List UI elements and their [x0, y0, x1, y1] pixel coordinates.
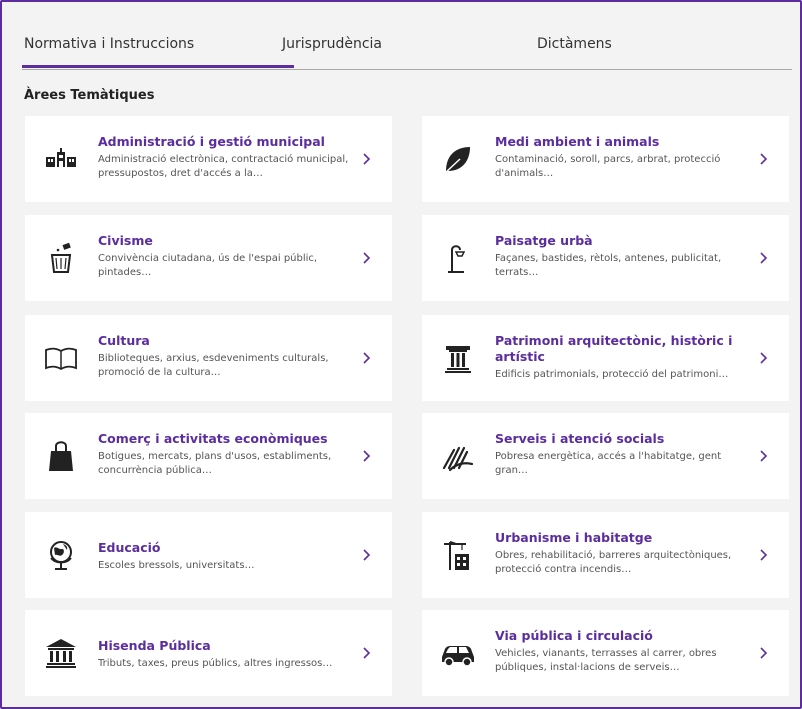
- chevron-right-icon: [363, 252, 371, 264]
- card-description: Obres, rehabilitació, barreres arquitect…: [495, 550, 732, 575]
- card-description: Contaminació, soroll, parcs, arbrat, pro…: [495, 154, 721, 179]
- globe-icon: [43, 537, 79, 573]
- card-civisme[interactable]: Civisme Convivència ciutadana, ús de l'e…: [25, 215, 392, 301]
- tab-dictamens[interactable]: Dictàmens: [537, 36, 612, 52]
- card-title: Cultura: [98, 333, 150, 348]
- card-description: Façanes, bastides, rètols, antenes, publ…: [495, 253, 722, 278]
- chevron-right-icon: [363, 352, 371, 364]
- chevron-right-icon: [760, 450, 768, 462]
- card-title: Urbanisme i habitatge: [495, 530, 653, 545]
- card-title: Civisme: [98, 233, 153, 248]
- card-paisatge-urba[interactable]: Paisatge urbà Façanes, bastides, rètols,…: [422, 215, 789, 301]
- chevron-right-icon: [363, 450, 371, 462]
- chevron-right-icon: [760, 647, 768, 659]
- section-title: Àrees Temàtiques: [24, 88, 155, 103]
- card-description: Botigues, mercats, plans d'usos, establi…: [98, 451, 332, 476]
- chevron-right-icon: [760, 153, 768, 165]
- card-title: Comerç i activitats econòmiques: [98, 431, 328, 446]
- tab-normativa[interactable]: Normativa i Instruccions: [21, 36, 295, 68]
- chevron-right-icon: [363, 549, 371, 561]
- card-description: Vehicles, vianants, terrasses al carrer,…: [495, 648, 717, 673]
- card-hisenda[interactable]: Hisenda Pública Tributs, taxes, preus pú…: [25, 610, 392, 696]
- card-title: Hisenda Pública: [98, 638, 211, 653]
- trash-bin-icon: [43, 240, 79, 276]
- card-serveis-socials[interactable]: Serveis i atenció socials Pobresa energè…: [422, 413, 789, 499]
- card-cultura[interactable]: Cultura Biblioteques, arxius, esdevenime…: [25, 315, 392, 401]
- card-description: Edificis patrimonials, protecció del pat…: [495, 369, 729, 380]
- card-medi-ambient[interactable]: Medi ambient i animals Contaminació, sor…: [422, 116, 789, 202]
- car-icon: [440, 635, 476, 671]
- card-educacio[interactable]: Educació Escoles bressols, universitats…: [25, 512, 392, 598]
- crane-building-icon: [440, 537, 476, 573]
- street-lamp-icon: [440, 240, 476, 276]
- card-title: Via pública i circulació: [495, 628, 653, 643]
- card-description: Escoles bressols, universitats…: [98, 560, 255, 571]
- helping-hands-icon: [440, 438, 476, 474]
- column-icon: [440, 340, 476, 376]
- chevron-right-icon: [363, 153, 371, 165]
- card-title: Patrimoni arquitectònic, històric i artí…: [495, 333, 733, 364]
- bank-icon: [43, 635, 79, 671]
- tab-bar: Normativa i Instruccions Jurisprudència …: [21, 20, 792, 70]
- card-patrimoni[interactable]: Patrimoni arquitectònic, històric i artí…: [422, 315, 789, 401]
- open-book-icon: [43, 340, 79, 376]
- card-description: Biblioteques, arxius, esdeveniments cult…: [98, 353, 329, 378]
- chevron-right-icon: [760, 549, 768, 561]
- card-via-publica[interactable]: Via pública i circulació Vehicles, viana…: [422, 610, 789, 696]
- card-urbanisme[interactable]: Urbanisme i habitatge Obres, rehabilitac…: [422, 512, 789, 598]
- card-title: Serveis i atenció socials: [495, 431, 665, 446]
- card-title: Medi ambient i animals: [495, 134, 660, 149]
- card-description: Administració electrònica, contractació …: [98, 154, 349, 179]
- chevron-right-icon: [363, 647, 371, 659]
- card-description: Convivència ciutadana, ús de l'espai púb…: [98, 253, 318, 278]
- chevron-right-icon: [760, 252, 768, 264]
- card-description: Pobresa energètica, accés a l'habitatge,…: [495, 451, 722, 476]
- city-hall-icon: [43, 141, 79, 177]
- card-comerc[interactable]: Comerç i activitats econòmiques Botigues…: [25, 413, 392, 499]
- card-description: Tributs, taxes, preus públics, altres in…: [98, 658, 333, 669]
- card-administracio[interactable]: Administració i gestió municipal Adminis…: [25, 116, 392, 202]
- card-title: Educació: [98, 540, 161, 555]
- card-title: Administració i gestió municipal: [98, 134, 325, 149]
- card-title: Paisatge urbà: [495, 233, 593, 248]
- shopping-bag-icon: [43, 438, 79, 474]
- chevron-right-icon: [760, 352, 768, 364]
- tab-jurisprudencia[interactable]: Jurisprudència: [282, 36, 382, 52]
- leaf-icon: [440, 141, 476, 177]
- main-panel: Normativa i Instruccions Jurisprudència …: [0, 0, 802, 709]
